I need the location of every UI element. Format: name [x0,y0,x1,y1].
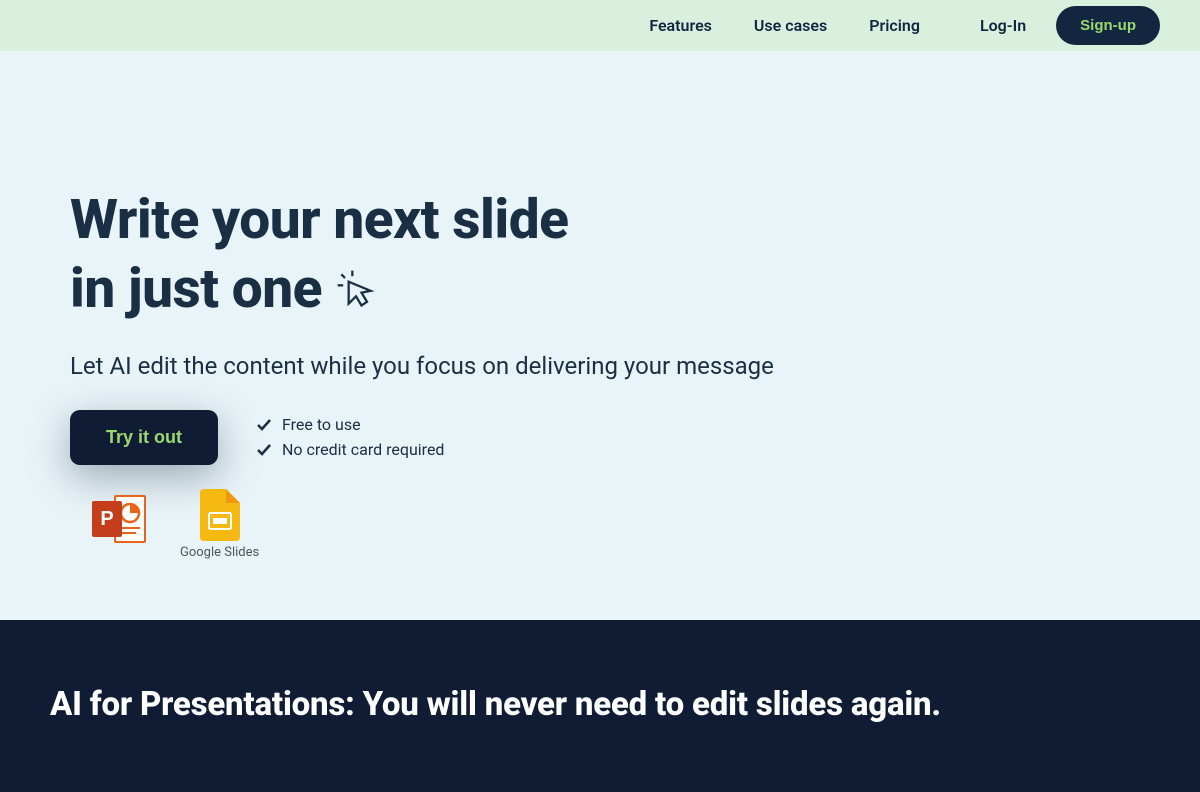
hero-title-line2: in just one [70,255,322,324]
nav-pricing[interactable]: Pricing [869,16,920,35]
dark-section: AI for Presentations: You will never nee… [0,620,1200,792]
benefit-item: Free to use [256,415,444,434]
login-link[interactable]: Log-In [980,16,1026,35]
benefit-item: No credit card required [256,440,444,459]
primary-nav: Features Use cases Pricing [649,16,920,35]
integration-logos: P Google Slides [90,489,1130,560]
benefits-list: Free to use No credit card required [256,415,444,459]
signup-button[interactable]: Sign-up [1056,6,1160,45]
site-header: Features Use cases Pricing Log-In Sign-u… [0,0,1200,51]
nav-features[interactable]: Features [649,16,712,35]
nav-usecases[interactable]: Use cases [754,16,827,35]
hero-title-line1: Write your next slide [70,186,1130,255]
google-slides-label: Google Slides [180,545,259,560]
google-slides-wrap: Google Slides [180,489,259,560]
hero-title-line2-wrap: in just one [70,255,1130,324]
check-icon [256,417,272,433]
dark-section-title: AI for Presentations: You will never nee… [50,685,1150,724]
hero-title: Write your next slide in just one [70,186,1130,324]
hero-section: Write your next slide in just one Let AI… [0,51,1200,620]
cta-row: Try it out Free to use No credit card re… [70,410,1130,465]
benefit-text: No credit card required [282,440,444,459]
check-icon [256,442,272,458]
hero-subtitle: Let AI edit the content while you focus … [70,352,1130,380]
auth-links: Log-In Sign-up [980,6,1160,45]
svg-text:P: P [100,508,113,530]
cursor-click-icon [334,267,378,311]
try-it-out-button[interactable]: Try it out [70,410,218,465]
benefit-text: Free to use [282,415,361,434]
powerpoint-icon: P [90,489,150,549]
google-slides-icon [200,489,240,541]
